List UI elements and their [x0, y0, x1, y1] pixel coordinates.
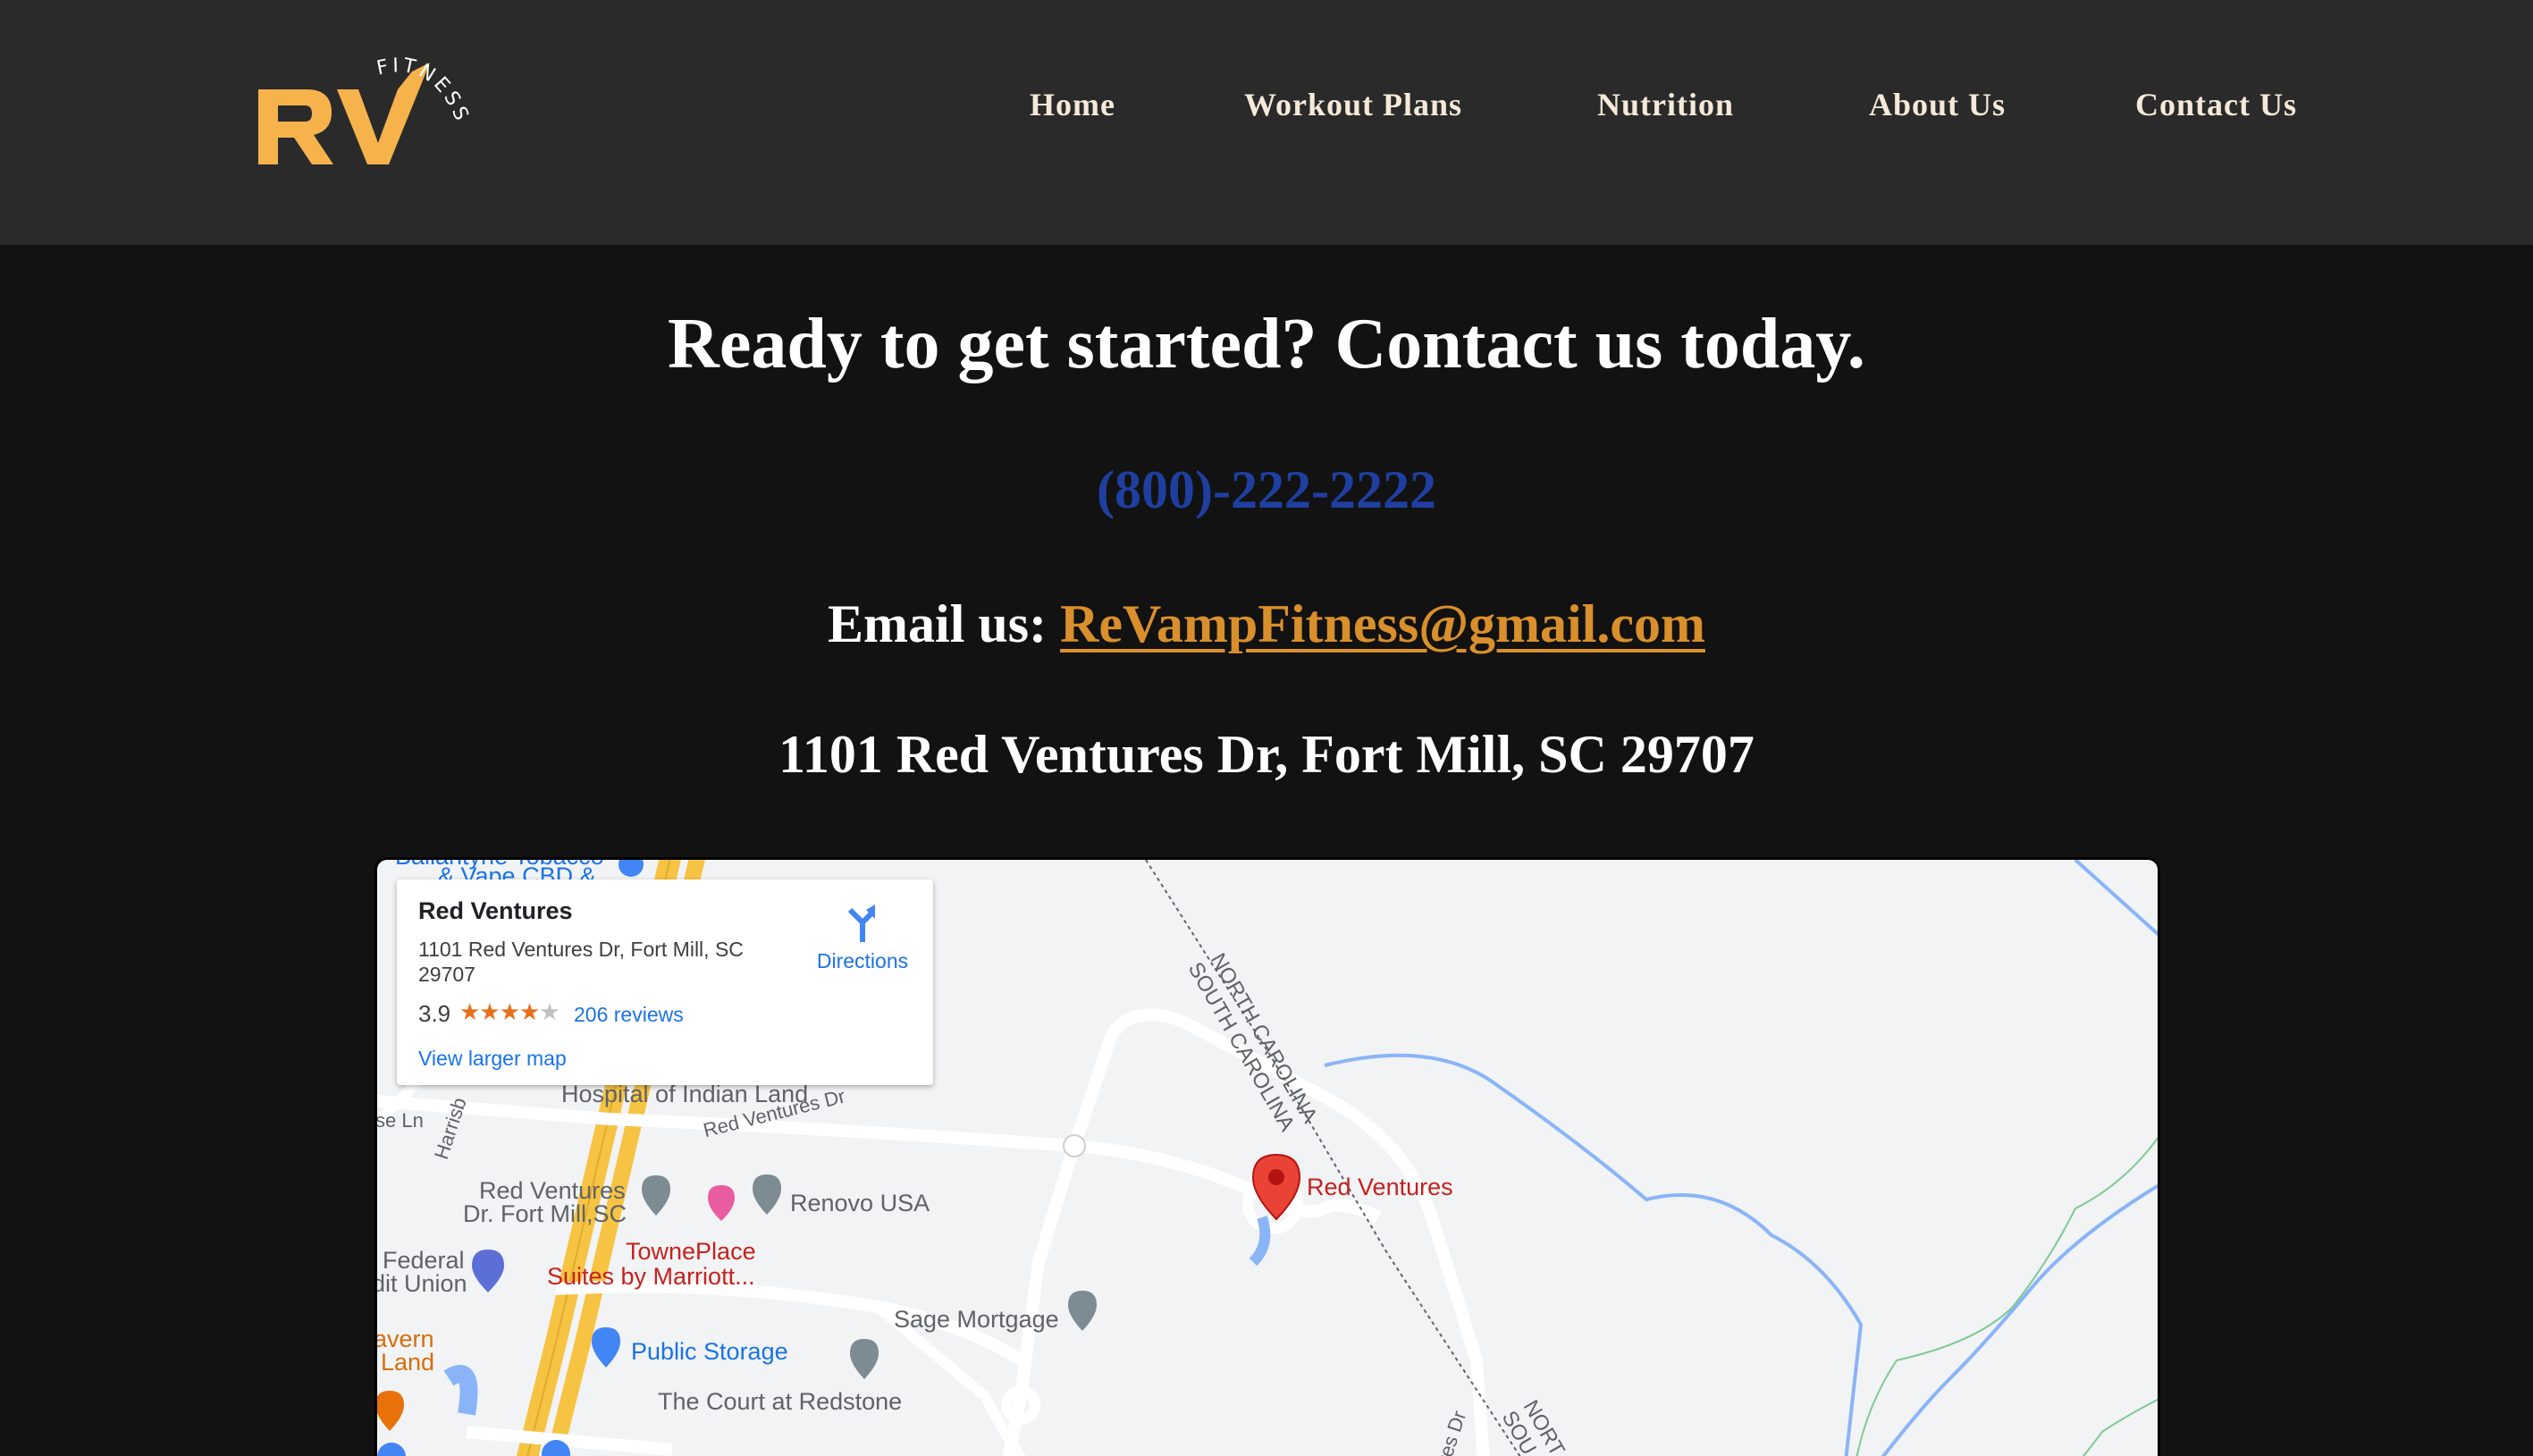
- star-rating-icon: ★★★★★: [459, 998, 560, 1026]
- page-headline: Ready to get started? Contact us today.: [668, 305, 1865, 383]
- view-larger-map-link[interactable]: View larger map: [418, 1047, 567, 1071]
- map-label-tavern-1[interactable]: avern: [377, 1326, 434, 1351]
- map-label-sage[interactable]: Sage Mortgage: [894, 1307, 1059, 1332]
- embedded-map[interactable]: Ballantyne Tobacco & Vape CBD & Hospital…: [374, 857, 2160, 1456]
- directions-button[interactable]: Directions: [804, 899, 921, 980]
- map-label-federal-1[interactable]: Federal: [383, 1248, 465, 1273]
- stars-empty: ★: [539, 998, 560, 1025]
- main-nav: Home Workout Plans Nutrition About Us Co…: [0, 86, 2533, 130]
- directions-icon: [847, 905, 875, 942]
- map-label-rv-fort-mill-2[interactable]: Dr. Fort Mill,SC: [463, 1201, 627, 1226]
- card-rating: 3.9: [418, 1000, 451, 1027]
- map-label-renovo[interactable]: Renovo USA: [790, 1191, 930, 1216]
- card-title: Red Ventures: [418, 897, 573, 924]
- street-address: 1101 Red Ventures Dr, Fort Mill, SC 2970…: [778, 725, 1755, 784]
- directions-label: Directions: [816, 949, 909, 972]
- map-info-card: Red Ventures 1101 Red Ventures Dr, Fort …: [397, 879, 933, 1085]
- card-reviews-link[interactable]: 206 reviews: [574, 1003, 684, 1027]
- map-label-court[interactable]: The Court at Redstone: [658, 1389, 902, 1414]
- map-label-towneplace-2[interactable]: Suites by Marriott...: [547, 1264, 755, 1289]
- nav-home[interactable]: Home: [1030, 86, 1115, 123]
- phone-link[interactable]: (800)-222-2222: [0, 454, 2533, 526]
- email-prefix: Email us:: [828, 594, 1061, 653]
- stars-filled: ★★★★: [459, 998, 540, 1025]
- map-label-federal-2[interactable]: dit Union: [377, 1271, 467, 1296]
- map-label-rv-fort-mill-1[interactable]: Red Ventures: [479, 1178, 626, 1203]
- email-line: Email us: ReVampFitness@gmail.com: [0, 588, 2533, 660]
- nav-nutrition[interactable]: Nutrition: [1597, 86, 1734, 123]
- map-label-public-storage[interactable]: Public Storage: [631, 1339, 788, 1364]
- nav-about-us[interactable]: About Us: [1869, 86, 2006, 123]
- map-label-se-ln: se Ln: [375, 1109, 424, 1132]
- map-label-towneplace-1[interactable]: TownePlace: [626, 1239, 756, 1264]
- map-label-pin[interactable]: Red Ventures: [1307, 1174, 1453, 1199]
- nav-workout-plans[interactable]: Workout Plans: [1244, 86, 1462, 123]
- map-label-tavern-2[interactable]: Land: [381, 1350, 434, 1375]
- card-address: 1101 Red Ventures Dr, Fort Mill, SC 2970…: [418, 938, 744, 986]
- site-header: FITNESS Home Workout Plans Nutrition Abo…: [0, 0, 2533, 245]
- nav-contact-us[interactable]: Contact Us: [2135, 86, 2297, 123]
- email-link[interactable]: ReVampFitness@gmail.com: [1060, 594, 1705, 653]
